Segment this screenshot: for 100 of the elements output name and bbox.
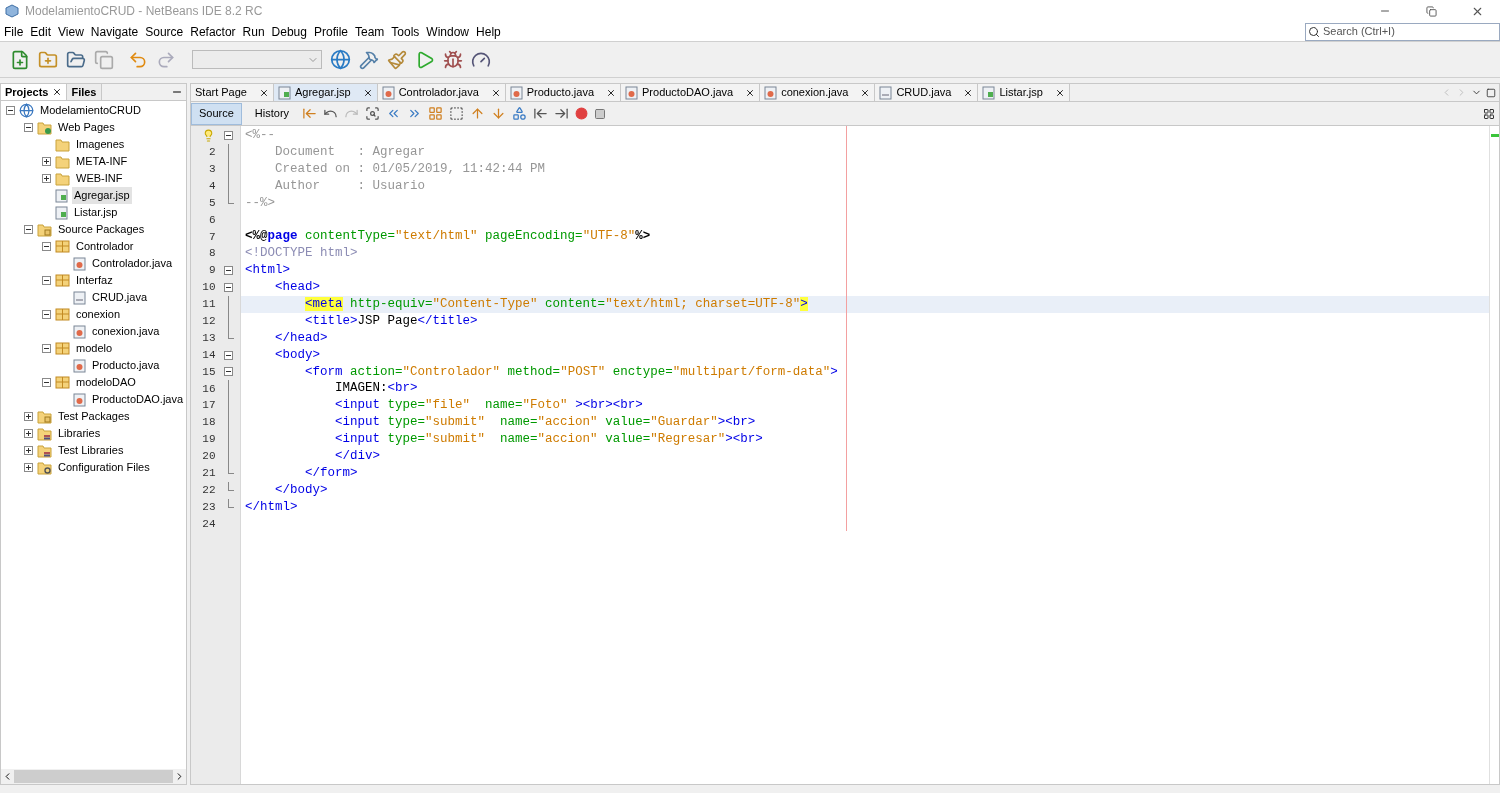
collapse-toggle-icon[interactable] [224,367,234,377]
menu-item[interactable]: File [1,22,27,41]
tree-item[interactable]: Source Packages [56,221,147,238]
editor-tab[interactable]: Agregar.jsp [274,84,378,101]
close-icon[interactable] [963,87,974,98]
menu-item[interactable]: Profile [311,22,351,41]
tree-item[interactable]: Interfaz [74,272,115,289]
collapse-toggle-icon[interactable] [42,276,51,285]
menu-item[interactable]: Help [473,22,504,41]
package-folder-icon [37,222,52,237]
collapse-toggle-icon[interactable] [42,344,51,353]
panel-tab[interactable]: Files [67,84,102,100]
collapse-toggle-icon[interactable] [42,378,51,387]
collapse-toggle-icon[interactable] [24,123,33,132]
tree-item[interactable]: ProductoDAO.java [90,391,186,408]
view-tab[interactable]: History [247,102,297,125]
search-field[interactable]: Search (Ctrl+I) [1305,22,1500,41]
stop-macro-icon[interactable] [594,107,607,120]
menu-item[interactable]: Run [239,22,268,41]
tree-item[interactable]: Producto.java [90,357,162,374]
last-edit-icon[interactable] [302,106,318,121]
selection-icon[interactable] [449,106,465,121]
previous-bookmark-icon[interactable] [470,106,486,121]
expand-toggle-icon[interactable] [24,446,33,455]
shift-left-icon[interactable] [533,106,549,121]
horizontal-scrollbar[interactable] [1,769,186,784]
collapse-toggle-icon[interactable] [224,350,234,360]
globe-icon[interactable] [330,49,351,70]
line-number: 16 [202,381,216,397]
brush-icon[interactable] [387,49,407,70]
collapse-toggle-icon[interactable] [6,106,15,115]
menu-item[interactable]: Debug [268,22,310,41]
shift-right-icon[interactable] [554,106,570,121]
tree-item[interactable]: modeloDAO [74,374,138,391]
collapse-toggle-icon[interactable] [42,310,51,319]
close-icon[interactable] [362,87,373,98]
menu-item[interactable]: Tools [388,22,423,41]
tree-item[interactable]: CRUD.java [90,289,149,306]
menu-item[interactable]: Refactor [187,22,239,41]
tree-item[interactable]: WEB-INF [74,170,125,187]
collapse-toggle-icon[interactable] [224,282,234,292]
close-icon[interactable] [606,87,616,98]
collapse-toggle-icon[interactable] [224,130,234,140]
tree-item[interactable]: conexion.java [90,323,162,340]
code-line: IMAGEN:<br> [334,380,418,398]
tree-item[interactable]: META-INF [74,153,130,170]
open-folder-icon[interactable] [66,49,86,70]
close-icon[interactable] [490,87,501,98]
search-icon[interactable] [365,106,381,121]
view-tab[interactable]: Source [191,102,242,125]
menu-item[interactable]: Edit [27,22,55,41]
next-bookmark-icon[interactable] [491,106,507,121]
close-icon[interactable] [259,87,269,98]
split-icon[interactable] [1483,107,1495,120]
debug-icon[interactable] [443,49,463,70]
tree-item[interactable]: Web Pages [56,119,117,136]
expand-toggle-icon[interactable] [24,429,33,438]
fold-end-marker [228,481,235,491]
menu-item[interactable]: View [55,22,87,41]
tree-item[interactable]: Controlador [74,238,136,255]
tree-item[interactable]: Imagenes [74,136,127,153]
expand-toggle-icon[interactable] [24,412,33,421]
run-icon[interactable] [415,49,435,70]
tree-item[interactable]: conexion [74,306,123,323]
java-file-icon [73,358,86,373]
collapse-toggle-icon[interactable] [24,225,33,234]
tree-item[interactable]: Test Packages [56,408,132,425]
menu-item[interactable]: Window [423,22,473,41]
close-icon[interactable] [860,87,871,98]
search-input[interactable]: Search (Ctrl+I) [1323,23,1483,40]
code-line: </div> [334,448,381,465]
web-folder-icon [37,120,52,135]
line-number: 20 [202,449,216,465]
tree-item[interactable]: Configuration Files [56,459,152,476]
package-icon [55,376,70,389]
hammer-icon[interactable] [359,49,379,70]
tree-item[interactable]: Agregar.jsp [72,187,132,204]
menu-item[interactable]: Navigate [87,22,142,41]
tree-item[interactable]: modelo [74,340,115,357]
collapse-toggle-icon[interactable] [224,266,234,276]
maximize-icon[interactable] [1486,87,1496,98]
collapse-toggle-icon[interactable] [42,242,51,251]
tree-item[interactable]: Controlador.java [90,255,175,272]
tree-item[interactable]: Test Libraries [56,442,126,459]
tree-item[interactable]: ModelamientoCRUD [38,102,143,119]
expand-toggle-icon[interactable] [42,157,51,166]
menu-item[interactable]: Team [352,22,388,41]
expand-toggle-icon[interactable] [42,174,51,183]
close-icon[interactable] [52,87,63,97]
new-file-icon[interactable] [10,49,30,70]
tree-item[interactable]: Listar.jsp [72,204,120,221]
tree-item[interactable]: Libraries [56,425,103,442]
window-title: ModelamientoCRUD - NetBeans IDE 8.2 RC [25,3,263,20]
menu-item[interactable]: Source [142,22,187,41]
close-icon[interactable] [1054,87,1065,98]
panel-tab[interactable]: Projects [1,84,68,100]
close-icon[interactable] [745,87,756,98]
code-line: <%-- [245,127,275,145]
expand-toggle-icon[interactable] [24,463,33,472]
record-macro-icon[interactable] [575,107,589,120]
